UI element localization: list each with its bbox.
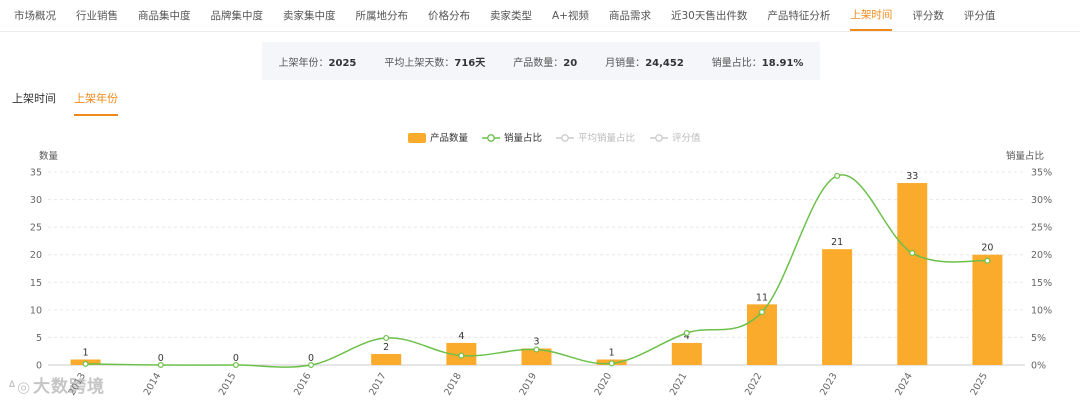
y-axis-right-title: 销量占比 — [1006, 150, 1044, 162]
y-tick-left: 10 — [30, 305, 42, 316]
bar[interactable] — [822, 249, 853, 365]
line-point[interactable] — [834, 172, 841, 179]
y-tick-right: 30% — [1031, 195, 1052, 206]
nav-item-11[interactable]: 产品特征分析 — [767, 2, 830, 30]
bar-data-label: 1 — [83, 347, 89, 358]
y-tick-left: 5 — [36, 333, 42, 344]
bar[interactable] — [371, 353, 402, 365]
nav-item-2[interactable]: 商品集中度 — [138, 2, 191, 30]
y-tick-left: 20 — [30, 250, 42, 261]
legend-line-marker[interactable] — [655, 134, 663, 142]
nav-item-13[interactable]: 评分数 — [912, 2, 944, 30]
y-tick-left: 0 — [36, 361, 42, 372]
line-point[interactable] — [232, 362, 239, 369]
line-point[interactable] — [608, 360, 615, 367]
x-tick-label: 2024 — [893, 371, 915, 397]
line-point[interactable] — [683, 330, 690, 337]
legend-label[interactable]: 平均销量占比 — [578, 132, 635, 144]
line-point[interactable] — [157, 362, 164, 369]
watermark: ᐞ◎ 大数跨境 — [8, 377, 106, 397]
nav-item-6[interactable]: 价格分布 — [428, 2, 470, 30]
x-tick-label: 2015 — [217, 371, 239, 397]
y-tick-right: 25% — [1031, 223, 1052, 234]
line-point[interactable] — [909, 250, 916, 257]
line-point[interactable] — [308, 362, 315, 369]
subtab-time[interactable]: 上架时间 — [12, 90, 56, 116]
bar-data-label: 3 — [533, 336, 539, 347]
line-point[interactable] — [82, 360, 89, 367]
legend-bar-swatch[interactable] — [408, 133, 426, 143]
y-tick-left: 25 — [30, 223, 42, 234]
y-tick-right: 0% — [1031, 361, 1046, 372]
nav-item-10[interactable]: 近30天售出件数 — [671, 2, 747, 30]
nav-item-12[interactable]: 上架时间 — [850, 1, 893, 31]
nav-item-7[interactable]: 卖家类型 — [490, 2, 532, 30]
line-point[interactable] — [984, 257, 991, 264]
nav-item-1[interactable]: 行业销售 — [76, 2, 118, 30]
nav-item-5[interactable]: 所属地分布 — [356, 2, 409, 30]
y-tick-right: 10% — [1031, 305, 1052, 316]
nav-item-4[interactable]: 卖家集中度 — [283, 2, 336, 30]
x-tick-label: 2020 — [593, 371, 615, 397]
y-tick-right: 15% — [1031, 278, 1052, 289]
legend-label[interactable]: 销量占比 — [504, 132, 542, 144]
y-tick-left: 35 — [30, 168, 42, 179]
y-tick-left: 15 — [30, 278, 42, 289]
y-tick-right: 20% — [1031, 250, 1052, 261]
legend-label[interactable]: 评分值 — [672, 132, 701, 144]
chart-area: 产品数量 销量占比 平均销量占比 评分值数量 销量占比051015202530350%5… — [30, 132, 1052, 397]
line-point[interactable] — [383, 334, 390, 341]
bar-data-label: 20 — [981, 243, 993, 254]
legend-label[interactable]: 产品数量 — [430, 132, 469, 144]
summary-year: 上架年份：2025 — [278, 57, 357, 69]
line-point[interactable] — [458, 352, 465, 359]
summary-share: 销量占比：18.91% — [711, 57, 804, 69]
bar-data-label: 33 — [906, 171, 918, 182]
x-tick-label: 2022 — [743, 371, 765, 397]
x-tick-label: 2017 — [367, 371, 389, 397]
top-nav: 市场概况 行业销售 商品集中度 品牌集中度 卖家集中度 所属地分布 价格分布 卖家类型 A+视频… — [0, 0, 1080, 32]
x-tick-label: 2025 — [968, 371, 990, 397]
summary-bar: 上架年份：2025 平均上架天数：716天 产品数量：20 月销量：24,452… — [262, 42, 820, 80]
x-tick-label: 2021 — [668, 371, 690, 397]
y-tick-right: 5% — [1031, 333, 1046, 344]
bar[interactable] — [897, 183, 928, 365]
subtab-year[interactable]: 上架年份 — [74, 90, 118, 116]
bar-data-label: 4 — [458, 331, 464, 342]
legend-line-marker[interactable] — [487, 134, 495, 142]
y-axis-left-title: 数量 — [39, 150, 59, 162]
nav-item-9[interactable]: 商品需求 — [609, 2, 651, 30]
x-tick-label: 2016 — [292, 371, 314, 397]
line-point[interactable] — [758, 309, 765, 316]
bar[interactable] — [671, 342, 702, 365]
bar-data-label: 2 — [383, 342, 389, 353]
bar[interactable] — [972, 254, 1003, 365]
sub-tabs: 上架时间 上架年份 — [12, 90, 136, 116]
bar-data-label: 11 — [756, 292, 768, 303]
x-tick-label: 2018 — [442, 371, 464, 397]
summary-avg-days: 平均上架天数：716天 — [384, 57, 486, 69]
summary-sales: 月销量：24,452 — [605, 57, 684, 69]
y-tick-right: 35% — [1031, 168, 1052, 179]
y-tick-left: 30 — [30, 195, 42, 206]
x-tick-label: 2023 — [818, 371, 840, 397]
nav-item-3[interactable]: 品牌集中度 — [211, 2, 264, 30]
legend-line-marker[interactable] — [561, 134, 569, 142]
watermark-logo-icon: ᐞ◎ — [8, 378, 32, 396]
nav-item-8[interactable]: A+视频 — [552, 2, 589, 30]
x-tick-label: 2014 — [142, 371, 164, 397]
bar-data-label: 1 — [609, 347, 615, 358]
x-tick-label: 2019 — [517, 371, 539, 397]
nav-item-14[interactable]: 评分值 — [964, 2, 996, 30]
bar-data-label: 21 — [831, 237, 843, 248]
line-point[interactable] — [533, 346, 540, 353]
nav-item-0[interactable]: 市场概况 — [14, 2, 56, 30]
summary-count: 产品数量：20 — [513, 57, 578, 69]
